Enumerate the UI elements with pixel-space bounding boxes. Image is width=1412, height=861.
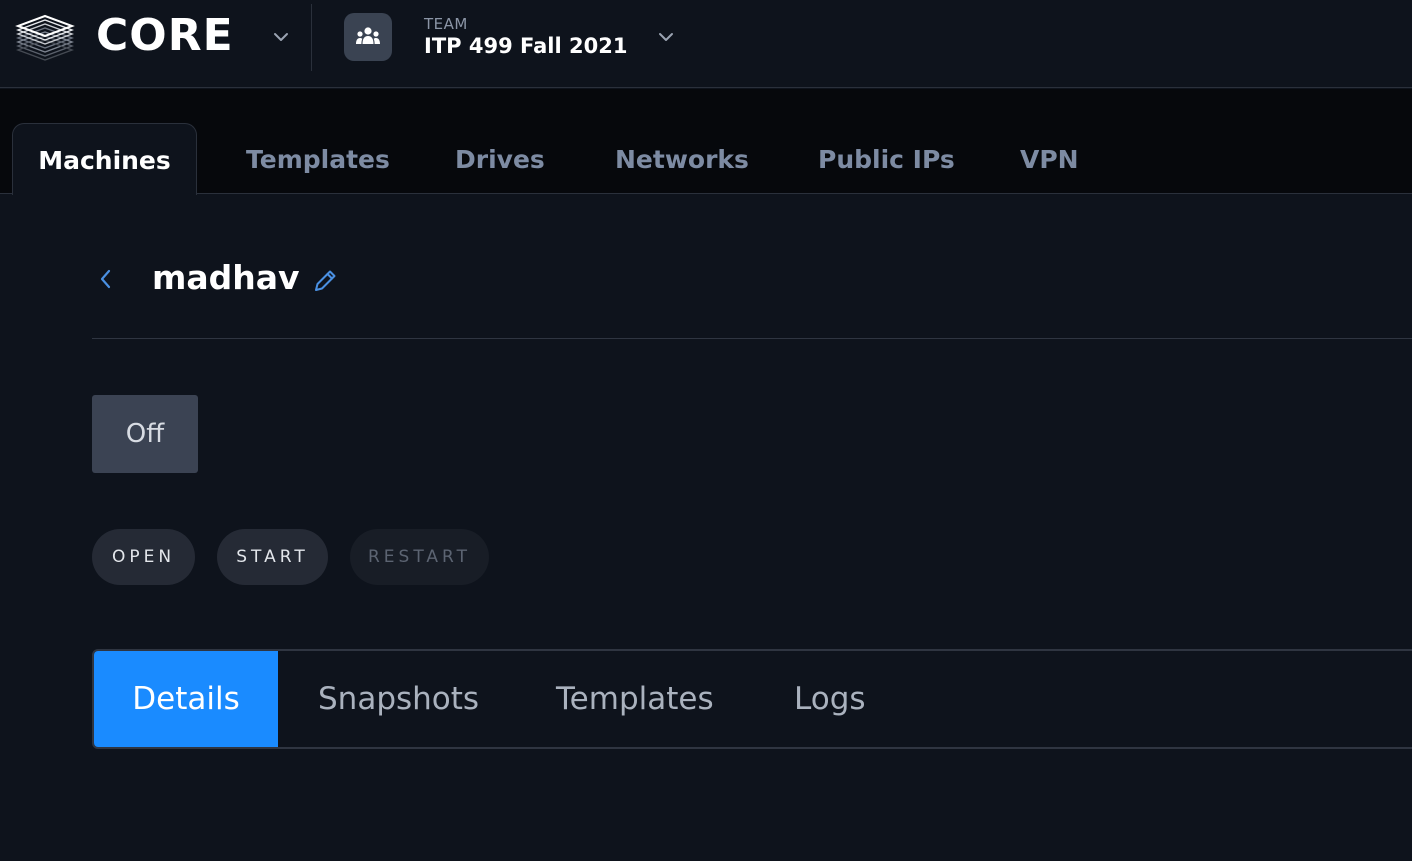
- tab-public-ips[interactable]: Public IPs: [818, 123, 955, 194]
- layers-icon[interactable]: [14, 12, 76, 66]
- app-logo-text[interactable]: CORE: [96, 8, 234, 64]
- start-button[interactable]: START: [217, 529, 328, 585]
- machine-sub-tabs: Details Snapshots Templates Logs: [92, 649, 1412, 749]
- tab-templates[interactable]: Templates: [246, 123, 390, 194]
- header-divider: [311, 4, 312, 71]
- tab-drives[interactable]: Drives: [455, 123, 545, 194]
- tab-vpn[interactable]: VPN: [1020, 123, 1079, 194]
- tab-details[interactable]: Details: [94, 651, 278, 747]
- tab-snapshots[interactable]: Snapshots: [318, 651, 479, 747]
- machine-status: Off: [92, 395, 198, 473]
- tab-networks[interactable]: Networks: [615, 123, 749, 194]
- open-button[interactable]: OPEN: [92, 529, 195, 585]
- tab-logs[interactable]: Logs: [794, 651, 866, 747]
- tab-machines[interactable]: Machines: [12, 123, 197, 195]
- tab-sub-templates[interactable]: Templates: [556, 651, 714, 747]
- team-name[interactable]: ITP 499 Fall 2021: [424, 34, 627, 58]
- team-avatar[interactable]: [344, 13, 392, 61]
- machine-name: madhav: [152, 258, 300, 297]
- back-chevron-icon[interactable]: [96, 266, 116, 292]
- team-chevron-down-icon[interactable]: [657, 28, 675, 46]
- team-label: TEAM: [424, 15, 468, 33]
- chevron-down-icon[interactable]: [272, 28, 290, 46]
- header-divider-line: [92, 338, 1412, 339]
- pencil-icon[interactable]: [311, 267, 339, 295]
- restart-button[interactable]: RESTART: [350, 529, 489, 585]
- users-icon: [356, 27, 380, 44]
- top-bar: CORE TEAM ITP 499 Fall 2021: [0, 0, 1412, 88]
